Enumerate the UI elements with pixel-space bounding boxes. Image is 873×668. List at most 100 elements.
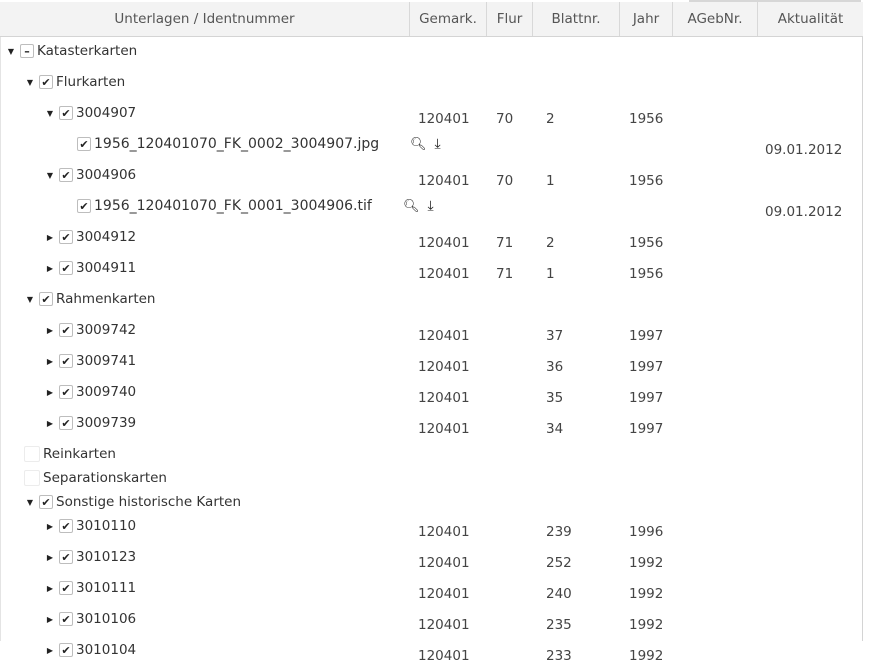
tree-node: ▶ ✔ 3009740 [44, 380, 136, 404]
gemark-cell: 120401 [418, 586, 470, 602]
caret-right-icon[interactable]: ▶ [44, 419, 56, 428]
column-header-agebnr[interactable]: AGebNr. [673, 2, 758, 36]
node-checkbox[interactable]: ✔ [59, 168, 73, 182]
node-checkbox[interactable]: ✔ [59, 261, 73, 275]
node-label: Sonstige historische Karten [56, 494, 242, 510]
tree-node: ✔ 1956_120401070_FK_0001_3004906.tif [77, 194, 372, 218]
caret-right-icon[interactable]: ▶ [44, 388, 56, 397]
caret-right-icon[interactable]: ▶ [44, 264, 56, 273]
blattnr-cell: 1 [546, 266, 555, 282]
tree-node: ▶ ✔ 3010106 [44, 607, 136, 631]
jahr-cell: 1956 [629, 173, 664, 189]
node-checkbox[interactable]: ✔ [77, 199, 91, 213]
blattnr-cell: 37 [546, 328, 564, 344]
table-row[interactable]: ▶ ✔ 3010110 120401 239 1996 [0, 514, 863, 540]
node-checkbox[interactable]: ✔ [39, 495, 53, 509]
node-checkbox[interactable]: ✔ [59, 550, 73, 564]
table-row[interactable]: ✔ 1956_120401070_FK_0002_3004907.jpg 🔍︎ ⤓ 09… [0, 132, 863, 158]
table-row[interactable]: ▼ ✔ 3004906 120401 70 1 1956 [0, 163, 863, 189]
node-checkbox[interactable]: ✔ [59, 106, 73, 120]
table-row[interactable]: ▼ ✔ 3004907 120401 70 2 1956 [0, 101, 863, 127]
checkmark-icon: ✔ [79, 199, 89, 213]
blattnr-cell: 34 [546, 421, 564, 437]
caret-down-icon[interactable]: ▼ [24, 498, 36, 507]
caret-right-icon[interactable]: ▶ [44, 553, 56, 562]
table-row[interactable]: ✔ 1956_120401070_FK_0001_3004906.tif 🔍︎ ⤓ 09… [0, 194, 863, 220]
node-checkbox[interactable]: ✔ [59, 519, 73, 533]
node-checkbox[interactable]: ✔ [59, 230, 73, 244]
node-label: Katasterkarten [37, 43, 138, 59]
aktualitaet-cell: 09.01.2012 [765, 142, 843, 158]
node-label: 3010104 [76, 642, 137, 658]
node-checkbox[interactable]: ✔ [59, 354, 73, 368]
tree-node: Reinkarten [24, 442, 116, 466]
table-row[interactable]: Separationskarten [0, 466, 863, 490]
blattnr-cell: 36 [546, 359, 564, 375]
tree-node: ▶ ✔ 3004911 [44, 256, 136, 280]
node-checkbox[interactable] [24, 470, 40, 486]
node-checkbox[interactable]: ✔ [39, 75, 53, 89]
table-row[interactable]: ▶ ✔ 3009740 120401 35 1997 [0, 380, 863, 406]
table-row[interactable]: ▼ ✔ Flurkarten [0, 70, 863, 94]
node-checkbox[interactable]: ✔ [59, 643, 73, 657]
column-header-unterlagen[interactable]: Unterlagen / Identnummer [0, 2, 410, 36]
table-row[interactable]: ▼ ✔ Rahmenkarten [0, 287, 863, 311]
caret-right-icon[interactable]: ▶ [44, 357, 56, 366]
caret-right-icon[interactable]: ▶ [44, 326, 56, 335]
node-checkbox[interactable]: ✔ [59, 416, 73, 430]
table-row[interactable]: ▶ ✔ 3009741 120401 36 1997 [0, 349, 863, 375]
caret-down-icon[interactable]: ▼ [44, 171, 56, 180]
caret-down-icon[interactable]: ▼ [24, 295, 36, 304]
table-row[interactable]: ▶ ✔ 3004912 120401 71 2 1956 [0, 225, 863, 251]
table-row[interactable]: ▶ ✔ 3010104 120401 233 1992 [0, 638, 863, 664]
tree-node: ▼ – Katasterkarten [5, 39, 137, 63]
table-row[interactable]: ▼ ✔ Sonstige historische Karten [0, 490, 863, 514]
caret-right-icon[interactable]: ▶ [44, 233, 56, 242]
jahr-cell: 1992 [629, 648, 664, 664]
node-checkbox[interactable]: ✔ [59, 323, 73, 337]
caret-down-icon[interactable]: ▼ [44, 109, 56, 118]
node-checkbox[interactable]: ✔ [59, 581, 73, 595]
caret-right-icon[interactable]: ▶ [44, 584, 56, 593]
column-header-gemark[interactable]: Gemark. [410, 2, 487, 36]
gemark-cell: 120401 [418, 328, 470, 344]
jahr-cell: 1997 [629, 421, 664, 437]
tree-node: ▶ ✔ 3009739 [44, 411, 136, 435]
search-icon[interactable]: 🔍︎ [403, 199, 420, 214]
table-row[interactable]: Reinkarten [0, 442, 863, 466]
tree-node: ▶ ✔ 3009742 [44, 318, 136, 342]
caret-down-icon[interactable]: ▼ [5, 47, 17, 56]
caret-right-icon[interactable]: ▶ [44, 646, 56, 655]
node-checkbox[interactable] [24, 446, 40, 462]
caret-down-icon[interactable]: ▼ [24, 78, 36, 87]
table-row[interactable]: ▼ – Katasterkarten [0, 39, 863, 63]
node-label: 3010123 [76, 549, 137, 565]
tree-node: ▶ ✔ 3010123 [44, 545, 136, 569]
tree-node: ▼ ✔ Sonstige historische Karten [24, 490, 241, 514]
node-checkbox[interactable]: ✔ [39, 292, 53, 306]
table-row[interactable]: ▶ ✔ 3010111 120401 240 1992 [0, 576, 863, 602]
node-checkbox[interactable]: ✔ [59, 612, 73, 626]
table-row[interactable]: ▶ ✔ 3010123 120401 252 1992 [0, 545, 863, 571]
node-checkbox[interactable]: – [20, 44, 34, 58]
blattnr-cell: 2 [546, 235, 555, 251]
table-row[interactable]: ▶ ✔ 3009739 120401 34 1997 [0, 411, 863, 437]
table-row[interactable]: ▶ ✔ 3009742 120401 37 1997 [0, 318, 863, 344]
search-icon[interactable]: 🔍︎ [410, 137, 427, 152]
caret-right-icon[interactable]: ▶ [44, 615, 56, 624]
column-header-blattnr[interactable]: Blattnr. [533, 2, 620, 36]
column-header-flur[interactable]: Flur [487, 2, 533, 36]
table-row[interactable]: ▶ ✔ 3010106 120401 235 1992 [0, 607, 863, 633]
caret-right-icon[interactable]: ▶ [44, 522, 56, 531]
column-header-aktualitaet[interactable]: Aktualität [758, 2, 863, 36]
table-row[interactable]: ▶ ✔ 3004911 120401 71 1 1956 [0, 256, 863, 282]
gemark-cell: 120401 [418, 266, 470, 282]
aktualitaet-cell: 09.01.2012 [765, 204, 843, 220]
node-checkbox[interactable]: ✔ [59, 385, 73, 399]
jahr-cell: 1997 [629, 328, 664, 344]
blattnr-cell: 235 [546, 617, 572, 633]
download-icon[interactable]: ⤓ [428, 198, 434, 214]
column-header-jahr[interactable]: Jahr [620, 2, 673, 36]
download-icon[interactable]: ⤓ [435, 136, 441, 152]
node-checkbox[interactable]: ✔ [77, 137, 91, 151]
